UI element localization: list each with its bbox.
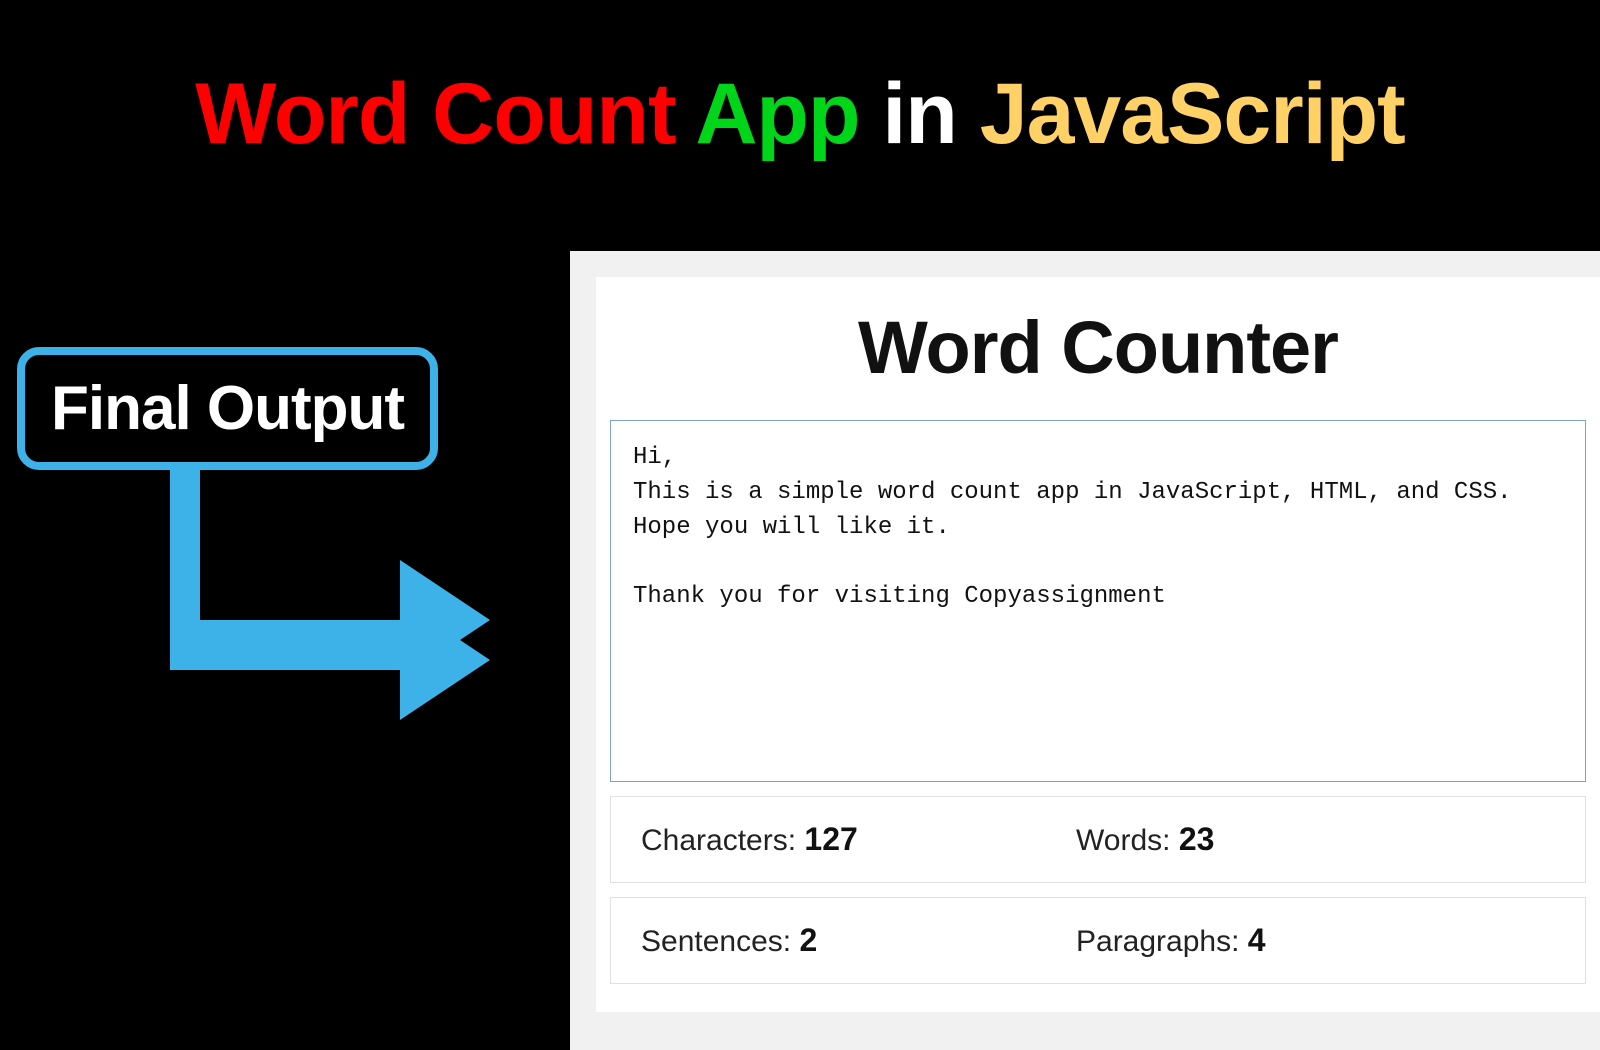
title-part-1: Word Count: [195, 66, 675, 162]
stat-row-2: Sentences: 2 Paragraphs: 4: [610, 897, 1586, 984]
final-output-label: Final Output: [51, 374, 404, 443]
stat-row-1: Characters: 127 Words: 23: [610, 796, 1586, 883]
paragraphs-value: 4: [1248, 922, 1266, 958]
words-stat: Words: 23: [1076, 821, 1214, 858]
characters-stat: Characters: 127: [641, 821, 1076, 858]
words-value: 23: [1179, 821, 1215, 857]
words-label: Words:: [1076, 824, 1179, 857]
paragraphs-stat: Paragraphs: 4: [1076, 922, 1266, 959]
title-part-2: App: [695, 66, 859, 162]
stats-container: Characters: 127 Words: 23 Sentences: 2 P…: [610, 796, 1586, 984]
main-title: Word Count App in JavaScript: [0, 0, 1600, 164]
characters-value: 127: [804, 821, 857, 857]
arrow-icon: [170, 470, 510, 770]
final-output-badge: Final Output: [17, 347, 438, 470]
paragraphs-label: Paragraphs:: [1076, 925, 1248, 958]
text-input[interactable]: [610, 420, 1586, 782]
app-inner: Word Counter Characters: 127 Words: 23 S…: [596, 277, 1600, 1012]
characters-label: Characters:: [641, 824, 804, 857]
sentences-stat: Sentences: 2: [641, 922, 1076, 959]
app-heading: Word Counter: [596, 305, 1600, 390]
sentences-value: 2: [799, 922, 817, 958]
title-part-3: in: [882, 66, 956, 162]
title-part-4: JavaScript: [980, 66, 1405, 162]
app-panel: Word Counter Characters: 127 Words: 23 S…: [570, 251, 1600, 1050]
sentences-label: Sentences:: [641, 925, 799, 958]
